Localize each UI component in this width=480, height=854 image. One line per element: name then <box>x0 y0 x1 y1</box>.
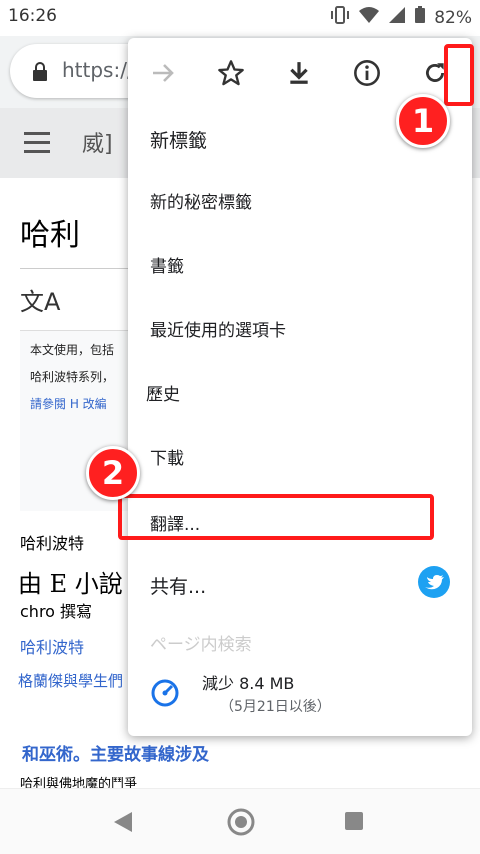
status-bar: 16:26 82% <box>0 0 480 36</box>
step-badge-1: 1 <box>396 94 450 148</box>
data-saver-since: （5月21日以後） <box>220 699 331 715</box>
back-icon[interactable] <box>112 811 134 837</box>
body-label: 哈利波特 <box>20 534 85 553</box>
page-title: 哈利 <box>20 218 80 253</box>
translate-icon[interactable]: 文A <box>20 282 60 317</box>
recents-icon[interactable] <box>344 811 364 835</box>
lock-icon <box>32 62 48 86</box>
forward-icon[interactable] <box>142 52 184 94</box>
highlight-box-refresh <box>444 44 474 106</box>
menu-item-bookmarks[interactable]: 書籤 <box>150 252 184 277</box>
data-saver-amount[interactable]: 減少 8.4 MB <box>202 670 294 694</box>
url-text[interactable]: https:// <box>62 58 134 82</box>
battery-icon <box>414 6 426 29</box>
highlight-box-translate <box>118 494 434 540</box>
title-divider <box>20 268 130 269</box>
link-granger[interactable]: 格蘭傑與學生們 <box>18 670 123 691</box>
author-line: chro 撰寫 <box>20 602 93 621</box>
note-link[interactable]: 請參閱 H 改編 <box>30 395 130 412</box>
star-icon[interactable] <box>210 52 252 94</box>
menu-item-downloads[interactable]: 下載 <box>150 444 184 469</box>
menu-item-recent-tabs[interactable]: 最近使用的選項卡 <box>150 316 286 341</box>
vibrate-icon <box>330 6 350 29</box>
link-harry-potter[interactable]: 哈利波特 <box>20 634 84 658</box>
home-icon[interactable] <box>226 807 256 841</box>
twitter-icon[interactable] <box>418 566 450 598</box>
menu-item-new-tab[interactable]: 新標籤 <box>150 126 207 153</box>
download-icon[interactable] <box>278 52 320 94</box>
hamburger-icon[interactable] <box>24 132 50 159</box>
note-line: 哈利波特系列， <box>30 370 115 384</box>
note-line: 本文使用，包括 <box>30 343 115 357</box>
menu-item-history[interactable]: 歷史 <box>146 380 180 405</box>
menu-item-incognito-tab[interactable]: 新的秘密標籤 <box>150 188 252 213</box>
system-nav-bar <box>0 788 480 854</box>
battery-percent: 82% <box>434 7 472 28</box>
bold-link[interactable]: 和巫術。主要故事線涉及 <box>22 740 209 765</box>
menu-item-share[interactable]: 共有... <box>150 572 206 599</box>
section-heading: 由 E 小說 <box>18 570 123 598</box>
site-title: 威] <box>82 132 113 157</box>
data-saver-icon <box>150 678 180 712</box>
wifi-icon <box>358 6 380 29</box>
menu-item-find-in-page[interactable]: ページ内検索 <box>150 630 252 655</box>
info-icon[interactable] <box>346 52 388 94</box>
signal-icon <box>388 6 406 29</box>
status-time: 16:26 <box>8 6 57 26</box>
step-badge-2: 2 <box>86 446 140 500</box>
